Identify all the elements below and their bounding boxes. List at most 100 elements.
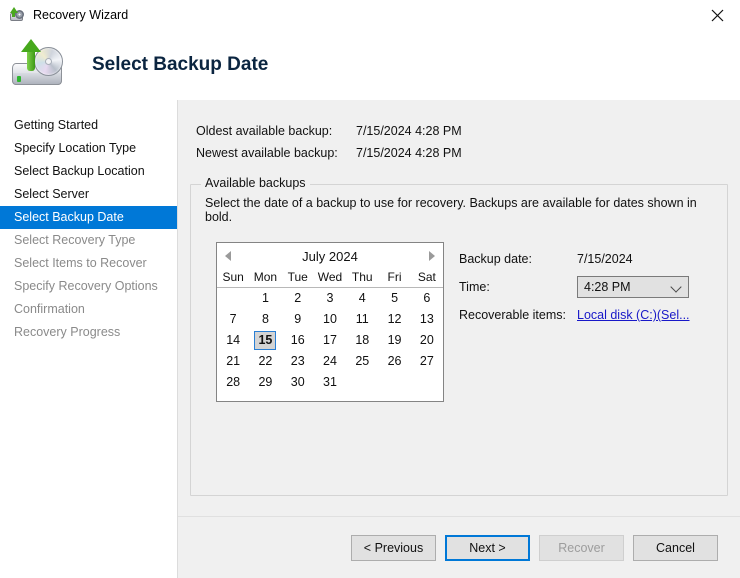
- page-title: Select Backup Date: [92, 54, 268, 76]
- calendar-day-cell[interactable]: 10: [314, 309, 346, 330]
- sidebar-item-label: Select Backup Date: [14, 210, 124, 224]
- sidebar-item-getting-started[interactable]: Getting Started: [0, 114, 177, 137]
- calendar-day: 14: [222, 331, 244, 350]
- calendar-day-cell[interactable]: [217, 287, 249, 309]
- calendar-day-cell[interactable]: 29: [249, 372, 281, 393]
- calendar-day-cell[interactable]: 6: [411, 287, 443, 309]
- calendar-day-cell[interactable]: 13: [411, 309, 443, 330]
- calendar-month-label: July 2024: [302, 249, 358, 264]
- sidebar-item-recovery-progress: Recovery Progress: [0, 321, 177, 344]
- backup-date-calendar[interactable]: July 2024 Sun Mon Tue Wed Thu Fri Sat: [216, 242, 444, 402]
- calendar-day: 19: [384, 331, 406, 350]
- calendar-day-cell[interactable]: 7: [217, 309, 249, 330]
- calendar-day-cell[interactable]: 2: [282, 287, 314, 309]
- calendar-day: 2: [287, 289, 309, 308]
- calendar-day-cell-selected[interactable]: 15: [249, 330, 281, 351]
- calendar-day-cell[interactable]: 12: [378, 309, 410, 330]
- calendar-day-cell[interactable]: 3: [314, 287, 346, 309]
- sidebar-item-confirmation: Confirmation: [0, 298, 177, 321]
- recoverable-items-label: Recoverable items:: [459, 308, 577, 322]
- calendar-day-cell[interactable]: [378, 372, 410, 393]
- calendar-day-cell[interactable]: 24: [314, 351, 346, 372]
- calendar-weekday-header: Sun Mon Tue Wed Thu Fri Sat: [217, 269, 443, 287]
- calendar-day-cell[interactable]: 18: [346, 330, 378, 351]
- sidebar-item-specify-location-type[interactable]: Specify Location Type: [0, 137, 177, 160]
- backup-availability-info: Oldest available backup: 7/15/2024 4:28 …: [196, 120, 462, 164]
- weekday-label: Tue: [282, 269, 314, 287]
- title-bar: Recovery Wizard: [0, 0, 740, 30]
- calendar-day: 31: [319, 373, 341, 392]
- available-backups-description: Select the date of a backup to use for r…: [205, 196, 727, 224]
- close-button[interactable]: [694, 0, 740, 30]
- calendar-day: 29: [254, 373, 276, 392]
- calendar-day-cell[interactable]: 5: [378, 287, 410, 309]
- calendar-day-cell[interactable]: [411, 372, 443, 393]
- calendar-day: 12: [384, 310, 406, 329]
- calendar-day: 8: [254, 310, 276, 329]
- calendar-day-cell[interactable]: 4: [346, 287, 378, 309]
- sidebar-item-select-backup-date[interactable]: Select Backup Date: [0, 206, 177, 229]
- calendar-day-cell[interactable]: 16: [282, 330, 314, 351]
- calendar-day-cell[interactable]: 21: [217, 351, 249, 372]
- sidebar-item-specify-recovery-options: Specify Recovery Options: [0, 275, 177, 298]
- calendar-day: 4: [351, 289, 373, 308]
- weekday-label: Wed: [314, 269, 346, 287]
- calendar-day-cell[interactable]: 17: [314, 330, 346, 351]
- recover-button: Recover: [539, 535, 624, 561]
- next-button[interactable]: Next >: [445, 535, 530, 561]
- backup-date-value: 7/15/2024: [577, 252, 633, 266]
- calendar-day-cell[interactable]: 20: [411, 330, 443, 351]
- recoverable-items-link[interactable]: Local disk (C:)(Sel...: [577, 308, 690, 322]
- calendar-day-cell[interactable]: 26: [378, 351, 410, 372]
- recovery-disk-icon: [9, 7, 25, 23]
- calendar-day: 28: [222, 373, 244, 392]
- calendar-day: 21: [222, 352, 244, 371]
- calendar-day-cell[interactable]: 30: [282, 372, 314, 393]
- footer-panel: < Previous Next > Recover Cancel: [178, 517, 740, 578]
- calendar-day-selected: 15: [254, 331, 276, 350]
- calendar-day-cell[interactable]: [346, 372, 378, 393]
- weekday-label: Thu: [346, 269, 378, 287]
- calendar-day: [222, 300, 244, 302]
- sidebar-item-select-backup-location[interactable]: Select Backup Location: [0, 160, 177, 183]
- sidebar-item-label: Select Recovery Type: [14, 233, 135, 247]
- calendar-day-cell[interactable]: 22: [249, 351, 281, 372]
- weekday-label: Mon: [249, 269, 281, 287]
- calendar-day: 10: [319, 310, 341, 329]
- calendar-day-cell[interactable]: 31: [314, 372, 346, 393]
- calendar-day-cell[interactable]: 19: [378, 330, 410, 351]
- wizard-button-row: < Previous Next > Recover Cancel: [351, 535, 718, 561]
- calendar-day-cell[interactable]: 8: [249, 309, 281, 330]
- weekday-label: Sun: [217, 269, 249, 287]
- calendar-day-cell[interactable]: 1: [249, 287, 281, 309]
- calendar-day-cell[interactable]: 27: [411, 351, 443, 372]
- weekday-label: Sat: [411, 269, 443, 287]
- calendar-day: 20: [416, 331, 438, 350]
- calendar-day-cell[interactable]: 11: [346, 309, 378, 330]
- newest-backup-value: 7/15/2024 4:28 PM: [356, 146, 462, 160]
- calendar-day: 11: [351, 310, 373, 329]
- chevron-left-icon[interactable]: [225, 251, 231, 261]
- calendar-day: 3: [319, 289, 341, 308]
- calendar-day-cell[interactable]: 25: [346, 351, 378, 372]
- calendar-day: 25: [351, 352, 373, 371]
- time-row: Time: 4:28 PM: [459, 273, 709, 301]
- previous-button[interactable]: < Previous: [351, 535, 436, 561]
- calendar-day-cell[interactable]: 23: [282, 351, 314, 372]
- recoverable-items-row: Recoverable items: Local disk (C:)(Sel..…: [459, 301, 709, 329]
- calendar-week-row: 14 15 16 17 18 19 20: [217, 330, 443, 351]
- calendar-day-cell[interactable]: 14: [217, 330, 249, 351]
- sidebar-item-label: Select Server: [14, 187, 89, 201]
- calendar-day: 7: [222, 310, 244, 329]
- calendar-week-row: 28 29 30 31: [217, 372, 443, 393]
- calendar-day: 6: [416, 289, 438, 308]
- window-title: Recovery Wizard: [33, 0, 128, 30]
- calendar-day-cell[interactable]: 28: [217, 372, 249, 393]
- calendar-grid: Sun Mon Tue Wed Thu Fri Sat 1: [217, 269, 443, 393]
- calendar-day-cell[interactable]: 9: [282, 309, 314, 330]
- cancel-button[interactable]: Cancel: [633, 535, 718, 561]
- time-select[interactable]: 4:28 PM: [577, 276, 689, 298]
- chevron-right-icon[interactable]: [429, 251, 435, 261]
- sidebar-item-select-server[interactable]: Select Server: [0, 183, 177, 206]
- calendar-day: 1: [254, 289, 276, 308]
